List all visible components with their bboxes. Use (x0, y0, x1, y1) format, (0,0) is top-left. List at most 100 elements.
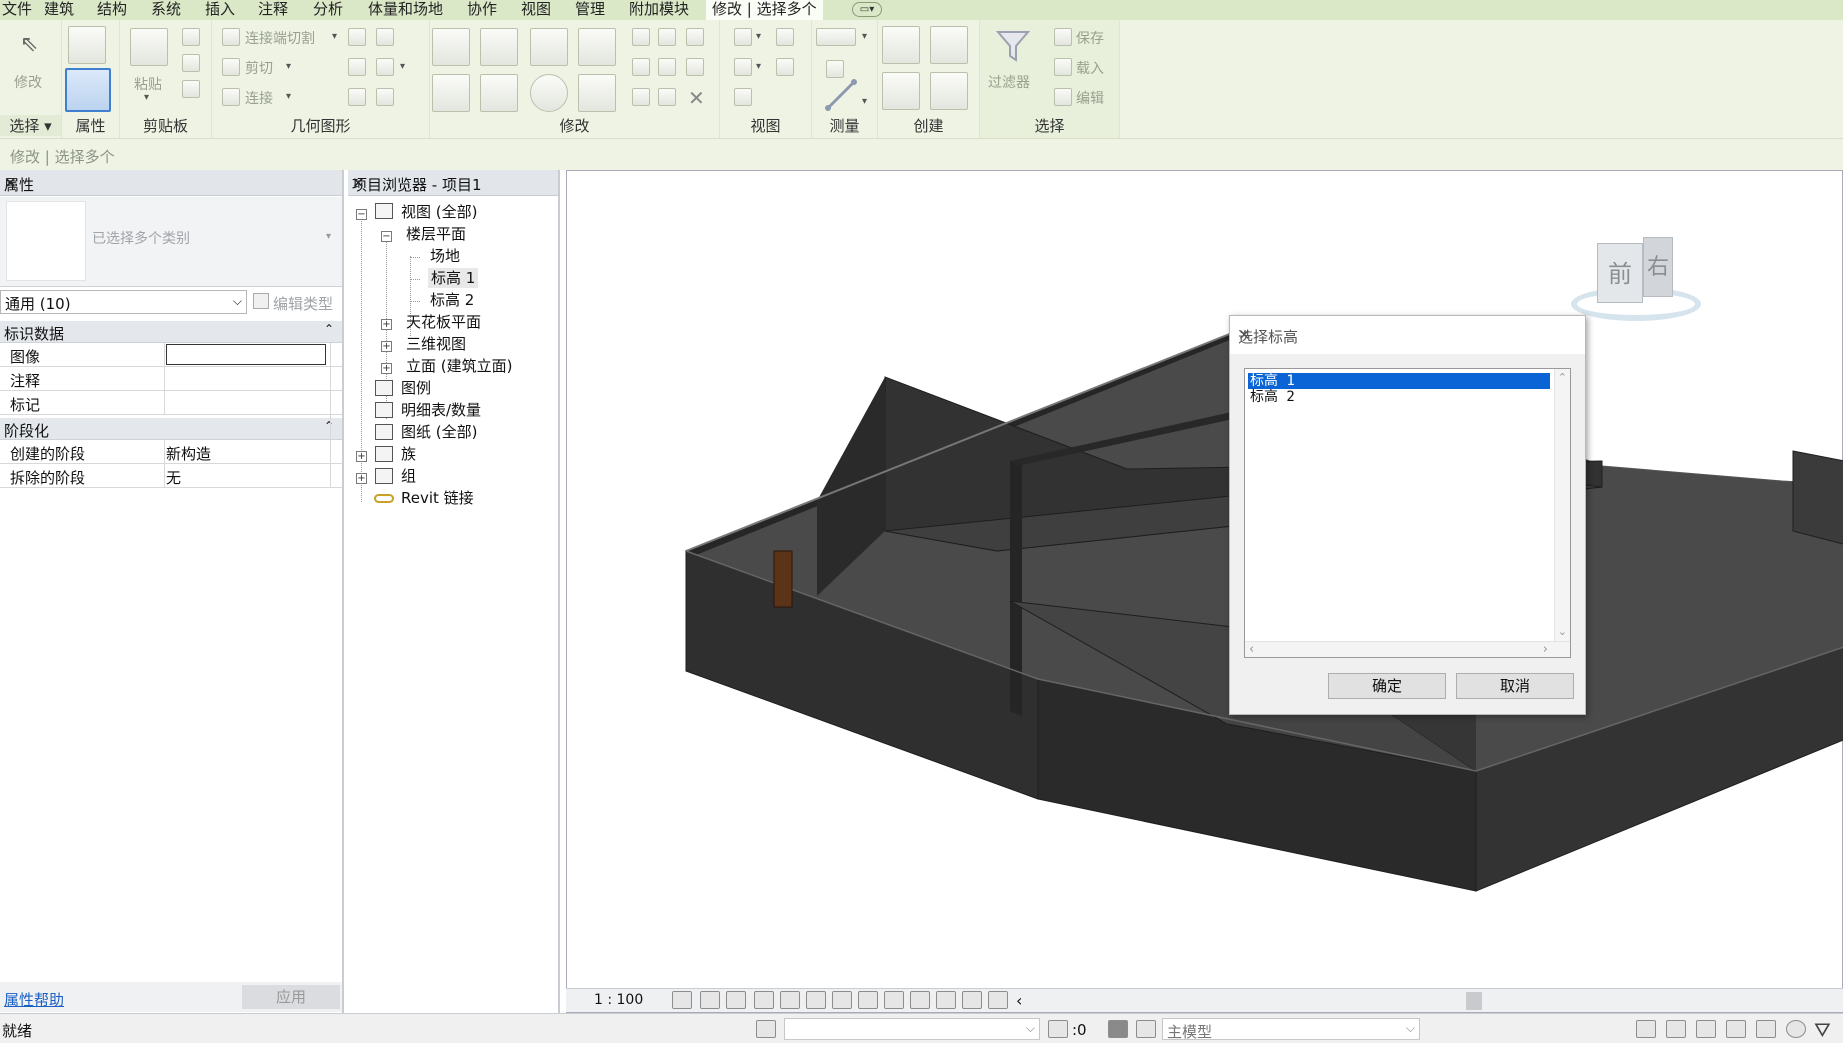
aligned-dimension-icon[interactable] (824, 76, 858, 112)
move-icon[interactable] (432, 74, 470, 112)
menu-manage[interactable]: 管理 (575, 1, 605, 18)
tree-expand-icon[interactable]: + (381, 319, 392, 330)
type-properties-icon[interactable] (68, 26, 106, 64)
properties-help-link[interactable]: 属性帮助 (4, 989, 64, 1010)
collapse-chevrons-icon[interactable]: ⌃ (324, 322, 334, 336)
sun-path-icon[interactable] (726, 991, 746, 1009)
split-face-icon[interactable] (376, 28, 394, 46)
scroll-left-icon[interactable]: ‹ (1249, 642, 1254, 657)
trim-multiple-icon[interactable] (658, 88, 676, 106)
menu-view[interactable]: 视图 (521, 1, 551, 18)
demolish-icon[interactable] (348, 88, 366, 106)
tree-schedules[interactable]: 明细表/数量 (401, 400, 481, 420)
cut-geometry-icon[interactable] (222, 58, 240, 76)
tree-revit-links[interactable]: Revit 链接 (401, 488, 474, 508)
menu-addins[interactable]: 附加模块 (629, 1, 689, 18)
unpin-icon[interactable] (686, 28, 704, 46)
save-selection-icon[interactable] (1054, 28, 1072, 46)
menu-architecture[interactable]: 建筑 (44, 1, 74, 18)
menu-massing-site[interactable]: 体量和场地 (368, 1, 443, 18)
hide-in-view-icon[interactable] (734, 28, 752, 46)
tree-level-1[interactable]: 标高 1 (428, 268, 479, 288)
edit-selection-label[interactable]: 编辑 (1076, 88, 1104, 108)
linework-icon[interactable] (734, 58, 752, 76)
browser-close-icon[interactable]: ✕ (352, 174, 552, 192)
trim-single-icon[interactable] (632, 88, 650, 106)
visual-style-icon[interactable] (700, 991, 720, 1009)
prop-phase-demolished-value[interactable]: 无 (166, 467, 181, 488)
filter-chevron-down-icon[interactable]: ⌵ (233, 294, 242, 309)
menu-file[interactable]: 文件 (2, 1, 32, 18)
scroll-up-icon[interactable]: ⌃ (1558, 371, 1567, 384)
rotate-icon[interactable] (530, 74, 568, 112)
filter-icon[interactable] (994, 26, 1032, 66)
menu-analyze[interactable]: 分析 (313, 1, 343, 18)
paste-icon[interactable] (130, 28, 168, 66)
split-element-icon[interactable] (632, 28, 650, 46)
create-similar-icon[interactable] (930, 72, 968, 110)
measure-between-icon[interactable] (816, 28, 856, 46)
trim-extend-corner-icon[interactable] (578, 74, 616, 112)
workset-chevron-down-icon[interactable]: ⌵ (1026, 1021, 1035, 1036)
scale-icon[interactable] (658, 58, 676, 76)
tree-site[interactable]: 场地 (430, 246, 460, 266)
load-selection-label[interactable]: 载入 (1076, 58, 1104, 78)
tree-3d-views[interactable]: 三维视图 (406, 334, 466, 354)
tree-elevations[interactable]: 立面 (建筑立面) (406, 356, 512, 376)
background-processes-icon[interactable] (1786, 1020, 1806, 1038)
load-selection-icon[interactable] (1054, 58, 1072, 76)
properties-toggle-icon[interactable] (65, 68, 111, 112)
paint-icon[interactable] (376, 58, 394, 76)
section-identity-data[interactable]: 标识数据 ⌃ (0, 321, 342, 343)
filter-label[interactable]: 过滤器 (988, 72, 1030, 92)
scroll-down-icon[interactable]: ⌄ (1558, 625, 1567, 638)
highlight-displacement-icon[interactable] (988, 991, 1008, 1009)
ok-button[interactable]: 确定 (1328, 673, 1446, 699)
main-model-icon[interactable] (1136, 1020, 1156, 1038)
show-crop-icon[interactable] (832, 991, 852, 1009)
offset-icon[interactable] (480, 28, 518, 66)
mirror-axis-icon[interactable] (530, 28, 568, 66)
select-by-face-icon[interactable] (1726, 1020, 1746, 1038)
editable-only-icon[interactable] (1048, 1020, 1068, 1038)
list-item-level-1[interactable]: 标高 1 (1248, 373, 1550, 389)
panel-select-title[interactable]: 选择 ▾ (0, 115, 61, 136)
tree-collapse-icon[interactable]: − (356, 209, 367, 220)
match-type-icon[interactable] (182, 80, 200, 98)
type-selector-dropdown-icon[interactable]: ▾ (326, 231, 331, 242)
paste-dropdown-icon[interactable]: ▾ (144, 92, 149, 103)
create-parts-icon[interactable] (930, 26, 968, 64)
paint-dropdown-icon[interactable]: ▾ (400, 61, 405, 72)
join-roof-icon[interactable] (348, 58, 366, 76)
prop-phase-created-value[interactable]: 新构造 (166, 443, 211, 464)
select-links-icon[interactable] (1636, 1020, 1656, 1038)
hide-dropdown-icon[interactable]: ▾ (756, 31, 761, 42)
delete-icon[interactable]: ✕ (688, 86, 705, 110)
remove-paint-icon[interactable] (376, 88, 394, 106)
create-assembly-icon[interactable] (882, 26, 920, 64)
eraser-icon[interactable] (734, 88, 752, 106)
worksets-icon[interactable] (756, 1020, 776, 1038)
design-option-select[interactable]: 主模型 ⌵ (1162, 1018, 1420, 1041)
tree-expand-icon[interactable]: + (356, 451, 367, 462)
paste-label[interactable]: 粘贴 (134, 74, 162, 94)
render-icon[interactable] (780, 991, 800, 1009)
save-selection-label[interactable]: 保存 (1076, 28, 1104, 48)
view-scale[interactable]: 1 : 100 (594, 992, 643, 1008)
tree-sheets[interactable]: 图纸 (全部) (401, 422, 477, 442)
viewcube-front-face[interactable]: 前 (1597, 243, 1643, 303)
create-group-icon[interactable] (882, 72, 920, 110)
select-underlay-icon[interactable] (1666, 1020, 1686, 1038)
mirror-draw-icon[interactable] (578, 28, 616, 66)
section-phasing[interactable]: 阶段化 ⌃ (0, 418, 342, 440)
vertical-scrollbar[interactable] (1554, 369, 1570, 641)
measure-dropdown-icon[interactable]: ▾ (862, 31, 867, 42)
list-item-level-2[interactable]: 标高 2 (1248, 389, 1550, 405)
quick-access-dropdown-icon[interactable]: ▭▾ (852, 2, 882, 17)
pin-icon[interactable] (686, 58, 704, 76)
detail-level-icon[interactable] (672, 991, 692, 1009)
dialog-close-icon[interactable]: ✕ (1238, 326, 1575, 344)
design-options-icon[interactable] (1108, 1020, 1128, 1038)
tree-floor-plans[interactable]: 楼层平面 (406, 224, 466, 244)
status-filter-icon[interactable]: ⛛ (1814, 1018, 1831, 1042)
